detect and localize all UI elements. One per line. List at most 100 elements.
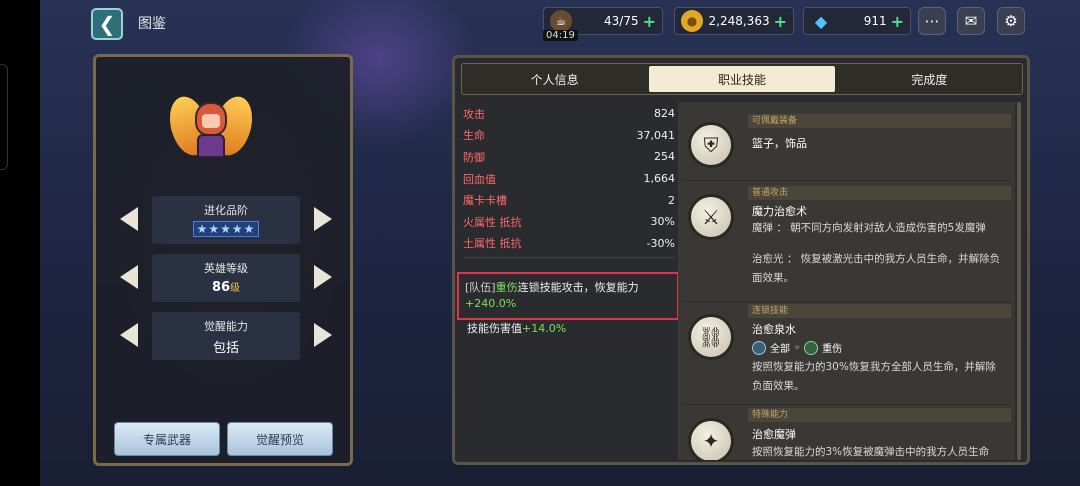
awaken-preview-button[interactable]: 觉醒预览: [227, 422, 333, 456]
stat-row: 生命 37,041: [463, 125, 675, 147]
skill-description-2: 治愈光 ： 恢复被激光击中的我方人员生命，并解除负面效果。: [752, 253, 1001, 284]
gem-resource[interactable]: ◆ 911 +: [803, 7, 911, 35]
stat-value: -30%: [646, 236, 675, 250]
skill-description: 魔弹 ： 朝不同方向发射对敌人造成伤害的5发魔弹: [752, 222, 986, 234]
evolution-next-arrow-icon[interactable]: [314, 207, 332, 231]
gold-plus-icon[interactable]: +: [774, 12, 787, 31]
stat-key: 防御: [463, 150, 485, 164]
skill-category: 特殊能力: [748, 408, 1011, 422]
skill-damage-label: 技能伤害值: [467, 322, 522, 335]
gold-resource[interactable]: ● 2,248,363 +: [674, 7, 794, 35]
hero-portrait: [163, 90, 259, 170]
exclusive-weapon-button[interactable]: 专属武器: [114, 422, 220, 456]
skill-damage-bonus: +14.0%: [522, 322, 567, 335]
stat-row: 防御 254: [463, 146, 675, 168]
skill-name: 治愈泉水: [752, 323, 796, 336]
team-all-icon: [752, 340, 766, 355]
skill-divider: [682, 404, 1011, 405]
set-effect-text: 连锁技能攻击，恢复能力: [517, 281, 639, 294]
stamina-value: 43/75: [604, 14, 639, 28]
stat-row: 回血值 1,664: [463, 168, 675, 190]
diamond-icon: ◆: [814, 11, 828, 31]
tab-class-skills[interactable]: 职业技能: [649, 66, 835, 92]
shield-sword-icon: ⛨: [688, 122, 734, 168]
mail-icon[interactable]: ✉: [957, 7, 985, 35]
sword-icon: ⚔: [688, 194, 734, 240]
gem-value: 911: [863, 14, 887, 28]
level-unit: 级: [230, 283, 241, 294]
sparkle-icon: ✦: [688, 418, 734, 460]
evolution-label: 进化品阶: [204, 204, 248, 217]
skill-name: 篮子，饰品: [752, 137, 807, 150]
stats-list: 攻击 824 生命 37,041 防御 254 回血值 1,664 魔卡卡槽 2 火属性 …: [463, 103, 675, 259]
stat-key: 攻击: [463, 107, 485, 121]
awakening-next-arrow-icon[interactable]: [314, 323, 332, 347]
gold-value: 2,248,363: [708, 14, 770, 28]
skill-item-normal-attack: ⚔ 普通攻击 魔力治愈术 魔弹 ： 朝不同方向发射对敌人造成伤害的5发魔弹 治愈…: [682, 182, 1011, 300]
hero-panel: 进化品阶 ★★★★★ 英雄等级 86级 觉醒能力 包括 专属武器 觉醒预览: [93, 54, 353, 466]
settings-icon[interactable]: ⚙: [997, 7, 1025, 35]
set-effect-highlight: 重伤: [495, 281, 518, 294]
awakening-prev-arrow-icon[interactable]: [120, 323, 138, 347]
evolution-prev-arrow-icon[interactable]: [120, 207, 138, 231]
stat-value: 254: [654, 150, 675, 164]
chain-condition: 全部 » 重伤: [752, 340, 842, 355]
skill-item-special: ✦ 特殊能力 治愈魔弹 按照恢复能力的3%恢复被魔弹击中的我方人员生命: [682, 406, 1011, 460]
coffee-cup-icon: ☕: [550, 10, 572, 32]
tab-bar: 个人信息 职业技能 完成度: [461, 63, 1023, 95]
stat-value: 824: [654, 107, 675, 121]
stat-row: 火属性 抵抗 30%: [463, 211, 675, 233]
back-button[interactable]: ❮: [91, 8, 123, 40]
awakening-value: 包括: [212, 341, 239, 356]
level-value: 86: [211, 280, 231, 295]
stat-row: 攻击 824: [463, 103, 675, 125]
level-prev-arrow-icon[interactable]: [120, 265, 138, 289]
stat-key: 魔卡卡槽: [463, 194, 507, 208]
skill-divider: [682, 180, 1011, 181]
stat-row: 土属性 抵抗 -30%: [463, 233, 675, 255]
skills-list[interactable]: ⛨ 可佩戴装备 篮子，饰品 ⚔ 普通攻击 魔力治愈术 魔弹 ： 朝不同方向发射对…: [678, 102, 1015, 460]
chevron-left-icon: ❮: [98, 12, 116, 36]
hero-body: [197, 134, 225, 158]
skill-item-chain: ⛓ 连锁技能 治愈泉水 全部 » 重伤 按照恢复能力的30%恢复我方全部人员生命…: [682, 302, 1011, 402]
heavy-wound-icon: [804, 340, 819, 355]
stat-row: 魔卡卡槽 2: [463, 189, 675, 211]
stamina-plus-icon[interactable]: +: [643, 12, 656, 31]
skill-name: 治愈魔弹: [752, 428, 796, 441]
team-set-effect: [队伍]重伤连锁技能攻击，恢复能力+240.0%: [457, 272, 679, 320]
stat-value: 37,041: [636, 128, 676, 142]
tab-personal-info[interactable]: 个人信息: [462, 64, 647, 94]
chat-icon[interactable]: ⋯: [918, 7, 946, 35]
chain-arrow-icon: »: [794, 342, 801, 353]
level-next-arrow-icon[interactable]: [314, 265, 332, 289]
stat-key: 回血值: [463, 172, 496, 186]
evolution-row: 进化品阶 ★★★★★: [116, 196, 336, 244]
skill-category: 连锁技能: [748, 304, 1011, 318]
chain-icon: ⛓: [688, 314, 734, 360]
skill-damage-line: 技能伤害值+14.0%: [467, 320, 566, 336]
evolution-box: 进化品阶 ★★★★★: [152, 196, 300, 244]
awakening-box: 觉醒能力 包括: [152, 312, 300, 360]
level-box: 英雄等级 86级: [152, 254, 300, 302]
awakening-label: 觉醒能力: [204, 320, 248, 333]
gem-plus-icon[interactable]: +: [891, 12, 904, 31]
stat-key: 土属性 抵抗: [463, 237, 522, 251]
info-panel: 个人信息 职业技能 完成度 攻击 824 生命 37,041 防御 254 回血值 1,…: [452, 55, 1030, 465]
set-effect-bonus: +240.0%: [465, 297, 517, 310]
hero-face: [202, 114, 220, 128]
skill-name: 魔力治愈术: [752, 205, 807, 218]
stamina-timer: 04:19: [543, 30, 578, 41]
gold-coin-icon: ●: [681, 10, 703, 32]
level-value-wrap: 86级: [152, 279, 300, 295]
tab-completion[interactable]: 完成度: [837, 64, 1022, 94]
stat-key: 火属性 抵抗: [463, 215, 522, 229]
evolution-stars: ★★★★★: [192, 221, 260, 237]
stat-value: 1,664: [643, 172, 676, 186]
page-title: 图鉴: [138, 16, 166, 32]
skills-scrollbar[interactable]: [1017, 102, 1021, 460]
level-label: 英雄等级: [204, 262, 248, 275]
stat-value: 2: [668, 193, 675, 207]
chain-to: 重伤: [822, 344, 843, 355]
stat-key: 生命: [463, 129, 485, 143]
awakening-row: 觉醒能力 包括: [116, 312, 336, 360]
